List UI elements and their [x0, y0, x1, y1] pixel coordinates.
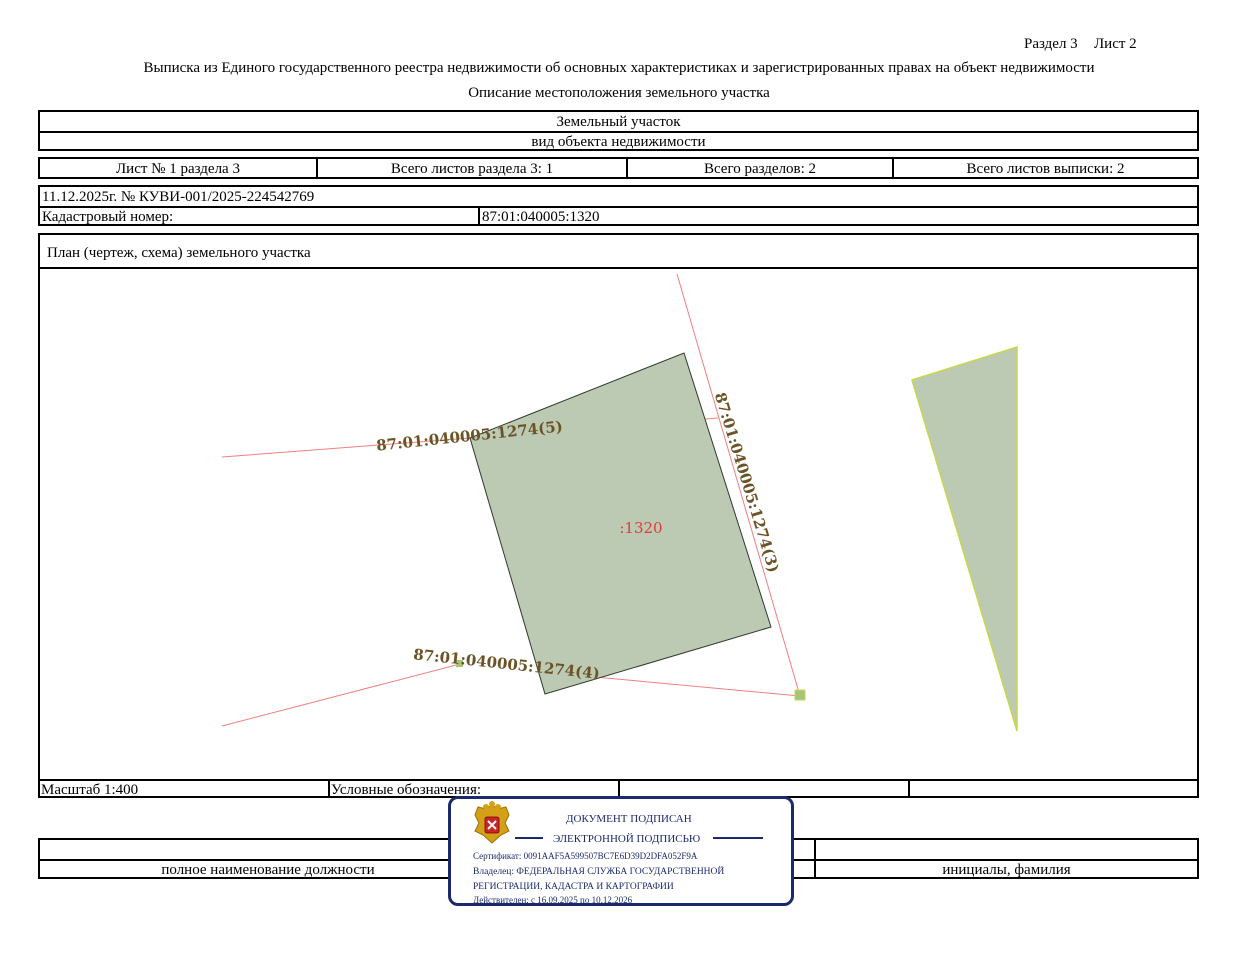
scale-label: Масштаб 1:400 [41, 782, 139, 798]
stamp-validity: Действителен: с 16.09.2025 по 10.12.2026 [473, 895, 633, 905]
coat-of-arms-icon [474, 801, 510, 844]
stamp-line-1: ДОКУМЕНТ ПОДПИСАН [566, 813, 692, 825]
parcel-label: :1320 [619, 519, 662, 537]
boundary-line [594, 676, 801, 697]
divider [328, 781, 330, 796]
divider [515, 837, 543, 839]
stamp-owner-1: Владелец: ФЕДЕРАЛЬНАЯ СЛУЖБА ГОСУДАРСТВЕ… [473, 867, 725, 877]
boundary-line [221, 663, 461, 727]
divider [713, 837, 763, 839]
stamp-line-2: ЭЛЕКТРОННОЙ ПОДПИСЬЮ [553, 833, 701, 845]
divider [908, 781, 910, 796]
position-caption: полное наименование должности [161, 862, 375, 878]
name-caption: инициалы, фамилия [942, 862, 1071, 878]
neighbor-parcel-polygon [911, 345, 1018, 732]
stamp-certificate: Сертификат: 0091AAF5A599507BC7E6D39D2DFA… [473, 851, 698, 861]
divider [618, 781, 620, 796]
stamp-owner-2: РЕГИСТРАЦИИ, КАДАСТРА И КАРТОГРАФИИ [473, 882, 674, 892]
electronic-signature-stamp: ДОКУМЕНТ ПОДПИСАН ЭЛЕКТРОННОЙ ПОДПИСЬЮ С… [448, 796, 794, 906]
point-marker [794, 689, 806, 701]
